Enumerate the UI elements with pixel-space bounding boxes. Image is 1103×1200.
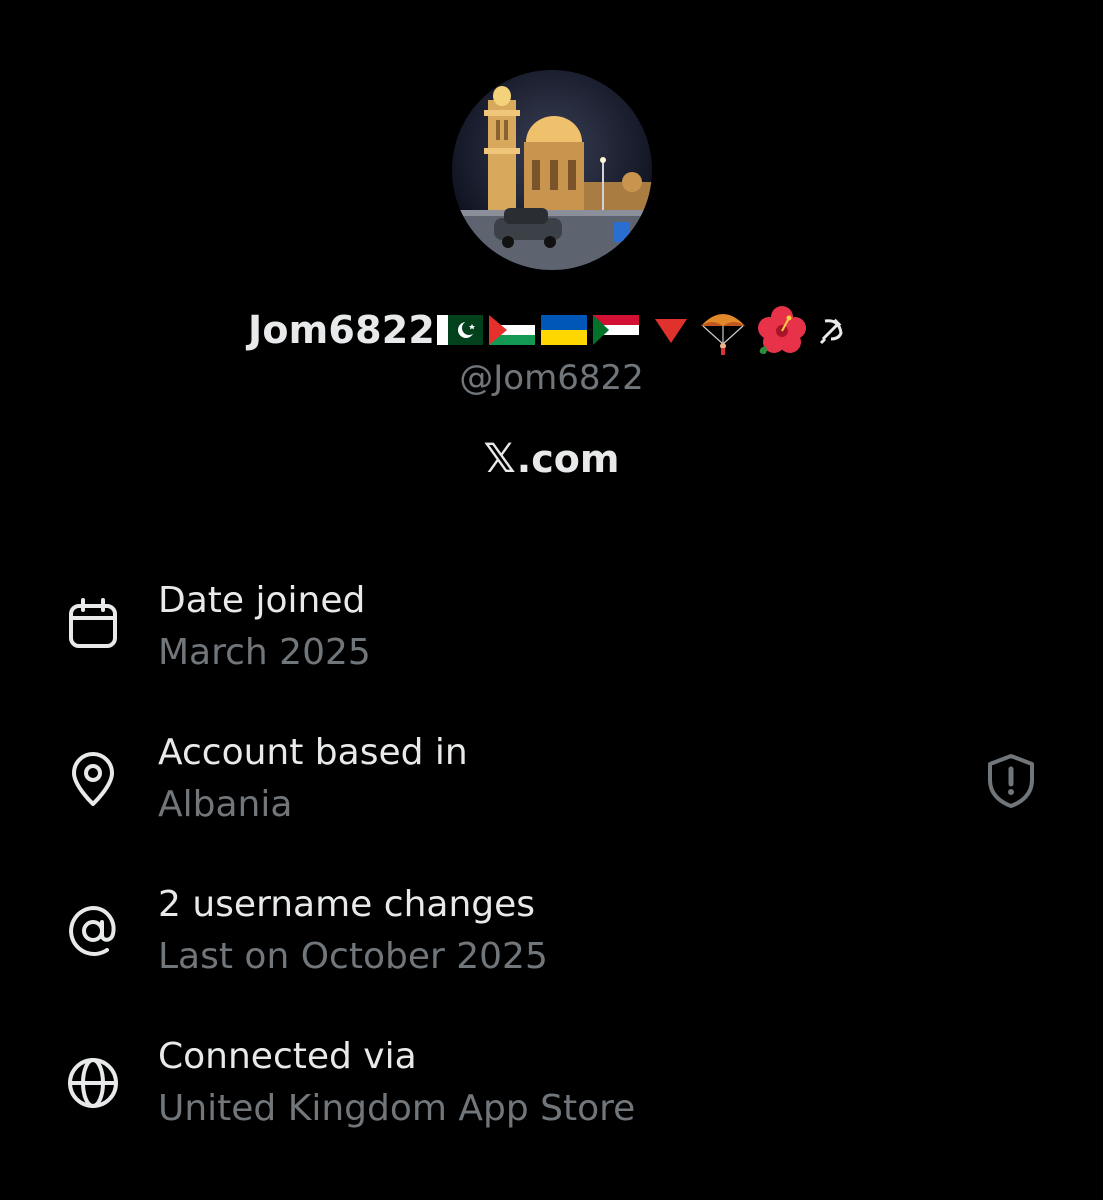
info-row-username-changes: 2 username changes Last on October 2025 [0, 884, 1103, 984]
shield-alert-icon[interactable] [984, 752, 1038, 810]
calendar-icon [69, 598, 117, 648]
account-based-in-label: Account based in [158, 732, 468, 773]
display-name: Jom6822 [247, 308, 435, 352]
at-sign-icon [69, 905, 116, 956]
hammer-and-sickle-icon [819, 318, 843, 345]
avatar[interactable] [452, 70, 652, 270]
username-handle: @Jom6822 [459, 358, 644, 398]
info-row-date-joined: Date joined March 2025 [0, 580, 1103, 680]
website-link[interactable]: 𝕏 .com [0, 436, 1103, 482]
globe-icon [68, 1058, 118, 1108]
info-row-connected-via: Connected via United Kingdom App Store [0, 1036, 1103, 1136]
x-logo-icon: 𝕏 [483, 436, 516, 482]
hibiscus-icon [758, 306, 806, 354]
connected-via-label: Connected via [158, 1036, 417, 1077]
ukraine-flag-icon [541, 315, 587, 345]
date-joined-label: Date joined [158, 580, 366, 621]
pakistan-flag-icon [437, 315, 483, 345]
account-based-in-value: Albania [158, 784, 293, 825]
about-account-page: Jom6822 @Jom6822 𝕏 .com Date joined Marc… [0, 0, 1103, 1200]
website-domain: .com [516, 437, 620, 481]
parachute-icon [701, 314, 745, 355]
date-joined-value: March 2025 [158, 632, 371, 673]
username-changes-label: 2 username changes [158, 884, 536, 925]
display-name-row: Jom6822 [0, 300, 1103, 360]
avatar-image [452, 70, 652, 270]
palestine-flag-icon [489, 315, 535, 345]
red-triangle-icon [655, 319, 687, 343]
info-row-account-based-in: Account based in Albania [0, 732, 1103, 832]
connected-via-value: United Kingdom App Store [158, 1088, 636, 1129]
sudan-flag-icon [593, 315, 639, 345]
location-pin-icon [72, 752, 114, 806]
name-emoji-row [437, 304, 855, 356]
username-changes-value: Last on October 2025 [158, 936, 548, 977]
